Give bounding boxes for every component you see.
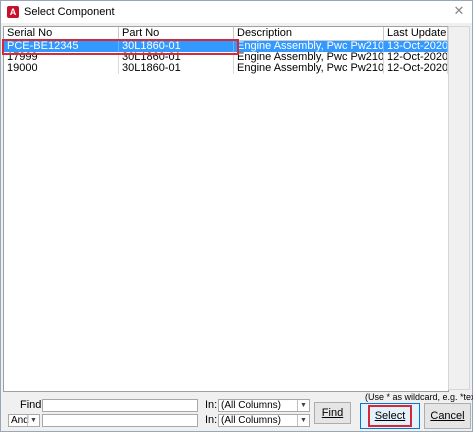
close-icon[interactable]: ✕ (452, 4, 466, 18)
in-label-1: In: (205, 399, 218, 411)
wildcard-hint: (Use * as wildcard, e.g. *text (365, 392, 473, 402)
cell-last-update: 12-Oct-2020 (384, 63, 448, 74)
cell-serial-no: 19000 (4, 63, 119, 74)
chevron-down-icon[interactable]: ▼ (297, 415, 309, 426)
select-button-highlight (368, 405, 412, 427)
cell-last-update: 12-Oct-2020 (384, 52, 448, 63)
window-title: Select Component (24, 6, 115, 18)
app-icon: A (7, 6, 19, 18)
cell-description: Engine Assembly, Pwc Pw210a (234, 52, 384, 63)
column-header-last-update[interactable]: Last Update (384, 27, 448, 40)
in-columns-value-2: (All Columns) (221, 415, 282, 426)
in-columns-select-2[interactable]: (All Columns) ▼ (218, 414, 310, 427)
components-table: Serial No Part No Description Last Updat… (3, 26, 449, 392)
chevron-down-icon[interactable]: ▼ (297, 400, 309, 411)
column-header-description[interactable]: Description (234, 27, 384, 40)
cell-part-no: 30L1860-01 (119, 63, 234, 74)
find-input-1[interactable] (42, 399, 198, 412)
in-columns-select-1[interactable]: (All Columns) ▼ (218, 399, 310, 412)
find-button-label: Find (321, 407, 344, 419)
chevron-down-icon[interactable]: ▼ (27, 415, 39, 426)
find-label: Find: (20, 399, 45, 411)
cell-last-update: 13-Oct-2020 (384, 41, 448, 52)
vertical-scrollbar[interactable] (448, 26, 470, 390)
select-component-window: A Select Component ✕ Serial No Part No D… (0, 0, 473, 432)
table-row[interactable]: 19000 30L1860-01 Engine Assembly, Pwc Pw… (4, 63, 448, 74)
cell-description: Engine Assembly, Pwc Pw210a (234, 63, 384, 74)
title-bar[interactable]: A Select Component ✕ (1, 1, 472, 23)
find-input-2[interactable] (42, 414, 198, 427)
in-label-2: In: (205, 414, 218, 426)
and-or-select[interactable]: And ▼ (8, 414, 40, 427)
cancel-button-label: Cancel (430, 410, 465, 422)
find-button[interactable]: Find (314, 402, 351, 424)
in-columns-value-1: (All Columns) (221, 400, 282, 411)
cancel-button[interactable]: Cancel (424, 403, 471, 429)
selected-row-highlight (2, 39, 239, 55)
cell-description: Engine Assembly, Pwc Pw210a (234, 41, 384, 52)
